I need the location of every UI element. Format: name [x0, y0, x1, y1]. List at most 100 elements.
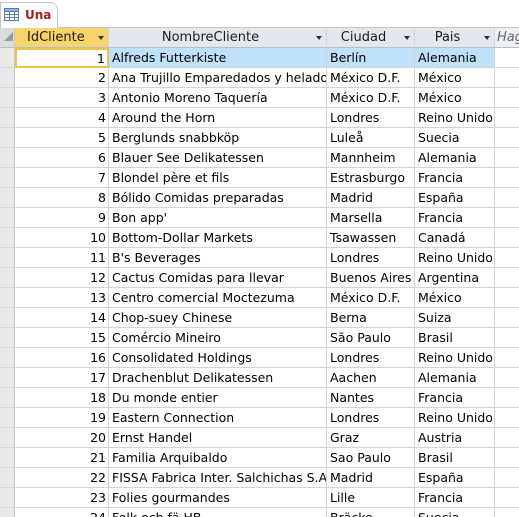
row-selector[interactable] [0, 288, 15, 308]
cell-idcliente[interactable]: 4 [15, 108, 109, 128]
cell-pais[interactable]: Alemania [415, 148, 495, 168]
cell-idcliente[interactable]: 13 [15, 288, 109, 308]
cell-idcliente[interactable]: 6 [15, 148, 109, 168]
column-header-nombrecliente[interactable]: NombreCliente [109, 28, 327, 48]
cell-ciudad[interactable]: México D.F. [327, 288, 415, 308]
row-selector[interactable] [0, 408, 15, 428]
cell-add-field[interactable] [495, 48, 519, 68]
cell-nombrecliente[interactable]: Around the Horn [109, 108, 327, 128]
cell-nombrecliente[interactable]: Folies gourmandes [109, 488, 327, 508]
cell-pais[interactable]: Alemania [415, 368, 495, 388]
table-row[interactable]: 2 Ana Trujillo Emparedados y helados Méxic… [0, 68, 519, 88]
cell-ciudad[interactable]: Tsawassen [327, 228, 415, 248]
cell-ciudad[interactable]: Londres [327, 248, 415, 268]
cell-add-field[interactable] [495, 128, 519, 148]
cell-add-field[interactable] [495, 248, 519, 268]
cell-nombrecliente[interactable]: Bon app' [109, 208, 327, 228]
cell-pais[interactable]: Francia [415, 488, 495, 508]
cell-ciudad[interactable]: México D.F. [327, 68, 415, 88]
cell-ciudad[interactable]: Nantes [327, 388, 415, 408]
cell-add-field[interactable] [495, 508, 519, 517]
table-row[interactable]: 24Folk och fä HBBräckeSuecia [0, 508, 519, 517]
cell-pais[interactable]: Suecia [415, 508, 495, 517]
cell-ciudad[interactable]: Londres [327, 108, 415, 128]
cell-pais[interactable]: México [415, 68, 495, 88]
cell-pais[interactable]: Reino Unido [415, 108, 495, 128]
row-selector[interactable] [0, 168, 15, 188]
cell-ciudad[interactable]: Berlín [327, 48, 415, 68]
cell-idcliente[interactable]: 7 [15, 168, 109, 188]
row-selector[interactable] [0, 228, 15, 248]
cell-ciudad[interactable]: Marsella [327, 208, 415, 228]
cell-nombrecliente[interactable]: Blondel père et fils [109, 168, 327, 188]
cell-nombrecliente[interactable]: Familia Arquibaldo [109, 448, 327, 468]
row-selector[interactable] [0, 148, 15, 168]
cell-idcliente[interactable]: 12 [15, 268, 109, 288]
cell-add-field[interactable] [495, 88, 519, 108]
table-row[interactable]: 16 Consolidated Holdings Londres Reino Unid… [0, 348, 519, 368]
cell-nombrecliente[interactable]: Comércio Mineiro [109, 328, 327, 348]
cell-nombrecliente[interactable]: Bólido Comidas preparadas [109, 188, 327, 208]
row-selector[interactable] [0, 268, 15, 288]
cell-pais[interactable]: Reino Unido [415, 408, 495, 428]
cell-idcliente[interactable]: 24 [15, 508, 109, 517]
cell-add-field[interactable] [495, 148, 519, 168]
cell-nombrecliente[interactable]: Centro comercial Moctezuma [109, 288, 327, 308]
cell-add-field[interactable] [495, 388, 519, 408]
cell-idcliente[interactable]: 2 [15, 68, 109, 88]
table-row[interactable]: 3 Antonio Moreno Taquería México D.F. Méxic… [0, 88, 519, 108]
table-row[interactable]: 12 Cactus Comidas para llevar Buenos Aires… [0, 268, 519, 288]
cell-ciudad[interactable]: México D.F. [327, 88, 415, 108]
cell-pais[interactable]: Suecia [415, 128, 495, 148]
column-header-add-field[interactable]: Hag [495, 28, 519, 48]
cell-ciudad[interactable]: Berna [327, 308, 415, 328]
row-selector[interactable] [0, 508, 15, 517]
cell-nombrecliente[interactable]: Ernst Handel [109, 428, 327, 448]
cell-ciudad[interactable]: Buenos Aires [327, 268, 415, 288]
cell-add-field[interactable] [495, 108, 519, 128]
row-selector[interactable] [0, 448, 15, 468]
cell-nombrecliente[interactable]: Antonio Moreno Taquería [109, 88, 327, 108]
cell-pais[interactable]: España [415, 468, 495, 488]
cell-nombrecliente[interactable]: Du monde entier [109, 388, 327, 408]
cell-add-field[interactable] [495, 428, 519, 448]
cell-pais[interactable]: Austria [415, 428, 495, 448]
cell-pais[interactable]: Francia [415, 168, 495, 188]
cell-add-field[interactable] [495, 168, 519, 188]
tab-una[interactable]: Una [0, 2, 58, 29]
table-row[interactable]: 15 Comércio Mineiro São Paulo Brasil [0, 328, 519, 348]
table-row[interactable]: 8 Bólido Comidas preparadas Madrid España [0, 188, 519, 208]
row-selector[interactable] [0, 348, 15, 368]
cell-nombrecliente[interactable]: Drachenblut Delikatessen [109, 368, 327, 388]
cell-add-field[interactable] [495, 408, 519, 428]
cell-nombrecliente[interactable]: Ana Trujillo Emparedados y helados [109, 68, 327, 88]
dropdown-arrow-icon[interactable] [484, 36, 490, 40]
cell-pais[interactable]: Argentina [415, 268, 495, 288]
cell-nombrecliente[interactable]: Berglunds snabbköp [109, 128, 327, 148]
table-row[interactable]: 20 Ernst Handel Graz Austria [0, 428, 519, 448]
table-row[interactable]: 13 Centro comercial Moctezuma México D.F. M… [0, 288, 519, 308]
cell-add-field[interactable] [495, 328, 519, 348]
cell-idcliente[interactable]: 8 [15, 188, 109, 208]
cell-add-field[interactable] [495, 468, 519, 488]
cell-add-field[interactable] [495, 188, 519, 208]
cell-ciudad[interactable]: São Paulo [327, 328, 415, 348]
cell-idcliente[interactable]: 22 [15, 468, 109, 488]
table-row[interactable]: 5 Berglunds snabbköp Luleå Suecia [0, 128, 519, 148]
cell-pais[interactable]: Francia [415, 208, 495, 228]
cell-pais[interactable]: España [415, 188, 495, 208]
cell-idcliente[interactable]: 10 [15, 228, 109, 248]
cell-idcliente[interactable]: 3 [15, 88, 109, 108]
table-row[interactable]: 21 Familia Arquibaldo Sao Paulo Brasil [0, 448, 519, 468]
cell-add-field[interactable] [495, 208, 519, 228]
row-selector[interactable] [0, 308, 15, 328]
cell-ciudad[interactable]: Bräcke [327, 508, 415, 517]
cell-nombrecliente[interactable]: Folk och fä HB [109, 508, 327, 517]
row-selector[interactable] [0, 328, 15, 348]
table-row[interactable]: 18 Du monde entier Nantes Francia [0, 388, 519, 408]
table-row[interactable]: 7 Blondel père et fils Estrasburgo Francia [0, 168, 519, 188]
cell-add-field[interactable] [495, 308, 519, 328]
row-selector[interactable] [0, 368, 15, 388]
cell-add-field[interactable] [495, 288, 519, 308]
cell-ciudad[interactable]: Luleå [327, 128, 415, 148]
